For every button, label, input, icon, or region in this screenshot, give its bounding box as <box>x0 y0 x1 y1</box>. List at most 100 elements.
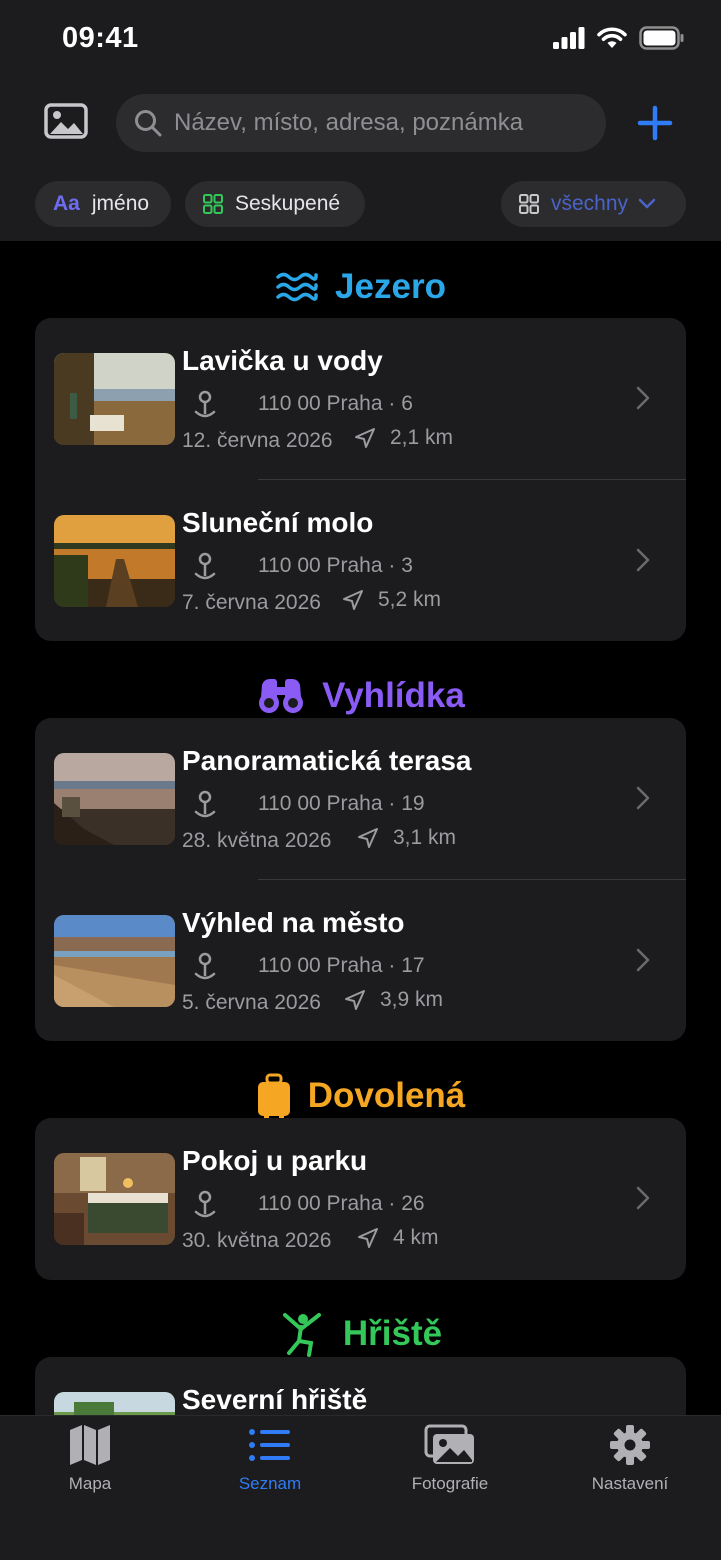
place-date: 12. června 2026 <box>182 429 333 452</box>
section-card-lake: Lavička u vody 110 00 Praha · 6 12. červ… <box>35 318 686 641</box>
place-address: 110 00 Praha · 19 <box>258 792 425 815</box>
playground-figure-icon <box>282 1313 321 1357</box>
status-time: 09:41 <box>62 22 139 54</box>
place-address: 110 00 Praha · 6 <box>258 392 413 415</box>
tab-list[interactable]: Seznam <box>180 1424 360 1514</box>
search-icon <box>135 110 162 137</box>
section-title: Jezero <box>335 267 446 306</box>
search-input[interactable]: Název, místo, adresa, poznámka <box>116 94 606 152</box>
place-date: 7. června 2026 <box>182 591 321 614</box>
section-header-lake: Jezero <box>0 261 721 313</box>
chevron-right-icon <box>636 1186 650 1210</box>
place-address: 110 00 Praha · 3 <box>258 554 413 577</box>
add-place-button[interactable] <box>632 100 678 146</box>
chevron-right-icon <box>636 386 650 410</box>
place-title: Výhled na město <box>182 907 405 938</box>
distance-group: 4 km <box>357 1226 439 1250</box>
binoculars-icon <box>259 679 304 713</box>
photo-filter-button[interactable] <box>44 102 88 142</box>
tab-photos[interactable]: Fotografie <box>360 1424 540 1514</box>
filter-chips: Aa jméno Seskupené všechny <box>0 180 721 228</box>
place-address: 110 00 Praha · 26 <box>258 1192 425 1215</box>
distance-group: 3,9 km <box>344 988 443 1012</box>
place-distance: 3,9 km <box>380 988 444 1011</box>
map-icon <box>70 1425 110 1465</box>
place-distance: 4 km <box>393 1226 439 1249</box>
place-title: Lavička u vody <box>182 345 383 376</box>
sort-label: jméno <box>91 192 150 215</box>
group-label: Seskupené <box>235 192 341 215</box>
location-pin-icon <box>194 952 216 980</box>
list-icon <box>249 1429 290 1461</box>
location-arrow-icon <box>358 828 378 848</box>
category-filter-dropdown[interactable]: všechny <box>501 181 686 227</box>
place-address: 110 00 Praha · 17 <box>258 954 425 977</box>
place-thumbnail <box>54 515 175 607</box>
tab-settings[interactable]: Nastavení <box>540 1424 720 1514</box>
distance-group: 5,2 km <box>342 588 441 612</box>
grid-icon <box>203 194 223 214</box>
gear-icon <box>610 1425 650 1465</box>
location-pin-icon <box>194 1190 216 1218</box>
section-title: Vyhlídka <box>322 676 465 715</box>
place-distance: 3,1 km <box>393 826 457 849</box>
place-thumbnail <box>54 915 175 1007</box>
location-arrow-icon <box>345 990 365 1010</box>
place-list[interactable]: Jezero Lavička u vody 110 00 Praha · 6 1… <box>0 241 721 1415</box>
battery-icon <box>639 26 684 50</box>
search-placeholder: Název, místo, adresa, poznámka <box>174 109 524 136</box>
section-title: Hřiště <box>342 1314 443 1353</box>
sort-aa-icon: Aa <box>53 192 80 215</box>
chevron-right-icon <box>636 948 650 972</box>
place-title: Sluneční molo <box>182 507 374 538</box>
section-title: Dovolená <box>307 1076 466 1115</box>
list-item[interactable]: Pokoj u parku 110 00 Praha · 26 30. květ… <box>35 1118 686 1280</box>
signal-icon <box>553 27 585 49</box>
section-card-playground: Severní hřiště <box>35 1357 686 1415</box>
location-pin-icon <box>194 390 216 418</box>
section-card-viewpoint: Panoramatická terasa 110 00 Praha · 19 2… <box>35 718 686 1041</box>
place-distance: 2,1 km <box>390 426 454 449</box>
grouped-chip[interactable]: Seskupené <box>185 181 365 227</box>
list-item[interactable]: Lavička u vody 110 00 Praha · 6 12. červ… <box>35 318 686 480</box>
photos-icon <box>424 1424 474 1464</box>
search-row: Název, místo, adresa, poznámka <box>0 92 721 154</box>
list-item[interactable]: Sluneční molo 110 00 Praha · 3 7. června… <box>35 480 686 641</box>
tab-label: Seznam <box>238 1474 302 1493</box>
tab-label: Mapa <box>68 1474 112 1493</box>
location-arrow-icon <box>343 590 363 610</box>
list-item[interactable]: Výhled na město 110 00 Praha · 17 5. čer… <box>35 880 686 1041</box>
filter-label: všechny <box>551 192 629 215</box>
list-item[interactable]: Severní hřiště <box>35 1357 686 1415</box>
tab-label: Fotografie <box>411 1474 489 1493</box>
place-thumbnail <box>54 753 175 845</box>
section-header-vacation: Dovolená <box>0 1070 721 1122</box>
tab-label: Nastavení <box>591 1474 669 1493</box>
distance-group: 3,1 km <box>357 826 456 850</box>
place-thumbnail <box>54 353 175 445</box>
chevron-down-icon <box>638 198 656 209</box>
chevron-right-icon <box>636 548 650 572</box>
wifi-icon <box>597 27 627 48</box>
place-date: 30. května 2026 <box>182 1229 332 1252</box>
status-icons <box>553 26 685 50</box>
place-title: Pokoj u parku <box>182 1145 368 1176</box>
top-bar: 09:41 Název, místo, adresa, poznámka Aa … <box>0 0 721 241</box>
suitcase-icon <box>257 1073 290 1119</box>
status-bar: 09:41 <box>0 0 721 80</box>
location-pin-icon <box>194 552 216 580</box>
place-distance: 5,2 km <box>378 588 442 611</box>
place-title: Severní hřiště <box>182 1384 368 1415</box>
location-arrow-icon <box>358 1228 378 1248</box>
place-title: Panoramatická terasa <box>182 745 472 776</box>
location-arrow-icon <box>355 428 375 448</box>
list-item[interactable]: Panoramatická terasa 110 00 Praha · 19 2… <box>35 718 686 880</box>
sort-by-name-chip[interactable]: Aa jméno <box>35 181 171 227</box>
chevron-right-icon <box>636 786 650 810</box>
tab-map[interactable]: Mapa <box>0 1424 180 1514</box>
place-date: 28. května 2026 <box>182 829 332 852</box>
section-header-playground: Hřiště <box>0 1308 721 1360</box>
section-header-viewpoint: Vyhlídka <box>0 670 721 722</box>
distance-group: 2,1 km <box>354 426 453 450</box>
grid-icon <box>519 194 539 214</box>
